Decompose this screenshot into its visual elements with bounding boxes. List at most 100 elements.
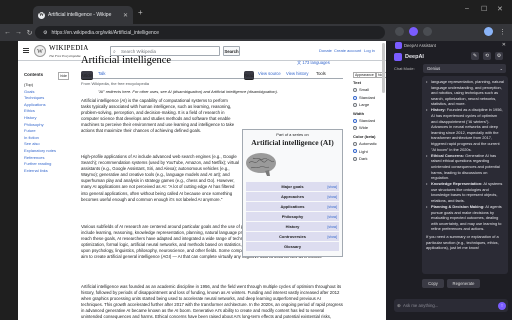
tab-title: Artificial intelligence - Wikipe	[48, 12, 112, 18]
message-bullet: Knowledge Representation: AI systems use…	[426, 181, 504, 203]
show-toggle[interactable]: [show]	[327, 184, 337, 190]
search-button[interactable]: Search	[223, 46, 240, 56]
toc-item[interactable]: Goals	[24, 89, 69, 96]
radio-standard-width[interactable]: Standard	[353, 117, 386, 124]
show-toggle[interactable]: [show]	[327, 204, 337, 210]
toc-item[interactable]: See also	[24, 141, 69, 148]
extensions-icon[interactable]	[423, 27, 432, 36]
close-tab-icon[interactable]: ✕	[123, 12, 128, 19]
infobox-row-label: Applications	[280, 203, 305, 209]
deepai-logo-icon	[395, 42, 402, 49]
toc-item[interactable]: Future	[24, 128, 69, 135]
message-bullet: language representation, planning, natur…	[426, 79, 504, 107]
toc-item[interactable]: References	[24, 155, 69, 162]
menu-icon[interactable]: ⋮	[497, 28, 508, 36]
radio-dark[interactable]: Dark	[353, 155, 386, 162]
toc-item[interactable]: Explanatory notes	[24, 148, 69, 155]
show-toggle[interactable]: [show]	[327, 194, 337, 200]
url-field[interactable]: ⚙ https://en.wikipedia.org/wiki/Artifici…	[35, 26, 385, 39]
page-tabs: Article Talk Read View source View histo…	[81, 71, 343, 80]
infobox-row[interactable]: Approaches [show]	[246, 192, 339, 202]
tab-view-history[interactable]: View history	[286, 71, 309, 77]
languages-button[interactable]: ⽂ 173 languages	[297, 60, 330, 66]
infobox-row-label: Controversies	[279, 233, 306, 239]
infobox-row[interactable]: Controversies [show]	[246, 232, 339, 242]
ask-input[interactable]: ⊕ Ask me anything... ↑	[394, 299, 508, 312]
side-panel-title: DeepAI Assistant	[404, 43, 436, 48]
settings-icon[interactable]: ⚙	[495, 52, 503, 60]
toc-item[interactable]: Techniques	[24, 95, 69, 102]
radio-standard-text[interactable]: Standard	[353, 94, 386, 101]
tab-article[interactable]: Article	[81, 71, 93, 80]
toc-item[interactable]: External links	[24, 168, 69, 175]
tools-menu[interactable]: Tools	[316, 71, 326, 77]
wiki-header: W WIKIPEDIA The Free Encyclopedia ⌕ Sear…	[18, 41, 386, 61]
url-text: https://en.wikipedia.org/wiki/Artificial…	[51, 29, 160, 36]
message-bullet: Planning & Decision Making: AI agents pu…	[426, 204, 504, 232]
tagline: The Free Encyclopedia	[49, 54, 81, 58]
main-menu-icon[interactable]	[23, 48, 29, 53]
languages-label: 173 languages	[302, 60, 330, 65]
profile-avatar[interactable]	[484, 27, 493, 36]
toc-item[interactable]: Ethics	[24, 108, 69, 115]
message-bullet: Ethical Concerns: Generative AI has rais…	[426, 153, 504, 181]
infobox-row[interactable]: History [show]	[246, 222, 339, 232]
page-scrollbar[interactable]	[382, 43, 385, 93]
brain-illustration-icon	[246, 153, 276, 177]
toc-item[interactable]: Further reading	[24, 161, 69, 168]
infobox-row-label: Glossary	[283, 243, 302, 249]
close-window-icon[interactable]: ✕	[497, 5, 503, 13]
chat-mode-value: Genius	[427, 66, 441, 71]
login-link[interactable]: Log in	[364, 48, 375, 54]
toc-item[interactable]: Philosophy	[24, 122, 69, 129]
history-icon[interactable]: ⟲	[483, 52, 491, 60]
donate-link[interactable]: Donate	[319, 48, 332, 54]
deepai-extension-icon[interactable]	[409, 27, 418, 36]
new-tab-icon[interactable]: +	[138, 8, 143, 17]
assistant-side-panel: DeepAI Assistant ✕ DeepAI ✎ ⟲ ⚙ Chat Mod…	[386, 41, 512, 320]
forward-icon[interactable]: →	[13, 29, 24, 36]
toc-item[interactable]: In fiction	[24, 135, 69, 142]
radio-light[interactable]: Light	[353, 148, 386, 155]
back-icon[interactable]: ←	[2, 29, 13, 36]
toc-item[interactable]: Applications	[24, 102, 69, 109]
radio-large[interactable]: Large	[353, 101, 386, 108]
create-account-link[interactable]: Create account	[334, 48, 361, 54]
toc-item[interactable]: (Top)	[24, 82, 69, 89]
infobox-row[interactable]: Glossary	[246, 242, 339, 252]
send-icon[interactable]: ↑	[498, 301, 506, 310]
infobox-row[interactable]: Major goals [show]	[246, 182, 339, 192]
attach-icon[interactable]: ⊕	[397, 299, 401, 312]
wordmark: WIKIPEDIA	[49, 44, 89, 52]
show-toggle[interactable]: [show]	[327, 234, 337, 240]
copy-button[interactable]: Copy	[422, 279, 444, 288]
radio-wide[interactable]: Wide	[353, 124, 386, 131]
tab-talk[interactable]: Talk	[98, 71, 105, 77]
lead-paragraph-1: Artificial intelligence (AI) is the capa…	[81, 98, 235, 134]
toc-item[interactable]: History	[24, 115, 69, 122]
maximize-icon[interactable]: ☐	[481, 5, 487, 13]
message-bullet: History: Founded as a discipline in 1956…	[426, 107, 504, 152]
tab-read[interactable]: Read	[244, 71, 255, 80]
from-wikipedia: From Wikipedia, the free encyclopedia	[81, 81, 150, 86]
tab-view-source[interactable]: View source	[258, 71, 281, 77]
show-toggle[interactable]: [show]	[327, 214, 337, 220]
minimize-icon[interactable]: –	[465, 5, 469, 12]
close-panel-icon[interactable]: ✕	[502, 41, 506, 50]
chat-mode-select[interactable]: Genius ⌄	[423, 64, 506, 73]
wikipedia-logo[interactable]: W	[34, 45, 46, 57]
hide-toc-button[interactable]: hide	[58, 72, 69, 81]
infobox-row[interactable]: Applications [show]	[246, 202, 339, 212]
browser-tab[interactable]: W Artificial intelligence - Wikipe ✕	[33, 6, 133, 24]
regenerate-button[interactable]: Regenerate	[447, 279, 480, 288]
reload-icon[interactable]: ↻	[24, 29, 35, 37]
page-title: Artificial intelligence	[81, 55, 172, 66]
radio-automatic[interactable]: Automatic	[353, 140, 386, 147]
infobox-title: Artificial intelligence (AI)	[251, 138, 334, 148]
site-info-icon[interactable]: ⚙	[43, 30, 47, 36]
infobox-row[interactable]: Philosophy [show]	[246, 212, 339, 222]
show-toggle[interactable]: [show]	[327, 224, 337, 230]
infobox-ai-series: Part of a series on Artificial intellige…	[242, 129, 343, 257]
bookmark-icon[interactable]	[395, 27, 404, 36]
new-chat-icon[interactable]: ✎	[471, 52, 479, 60]
